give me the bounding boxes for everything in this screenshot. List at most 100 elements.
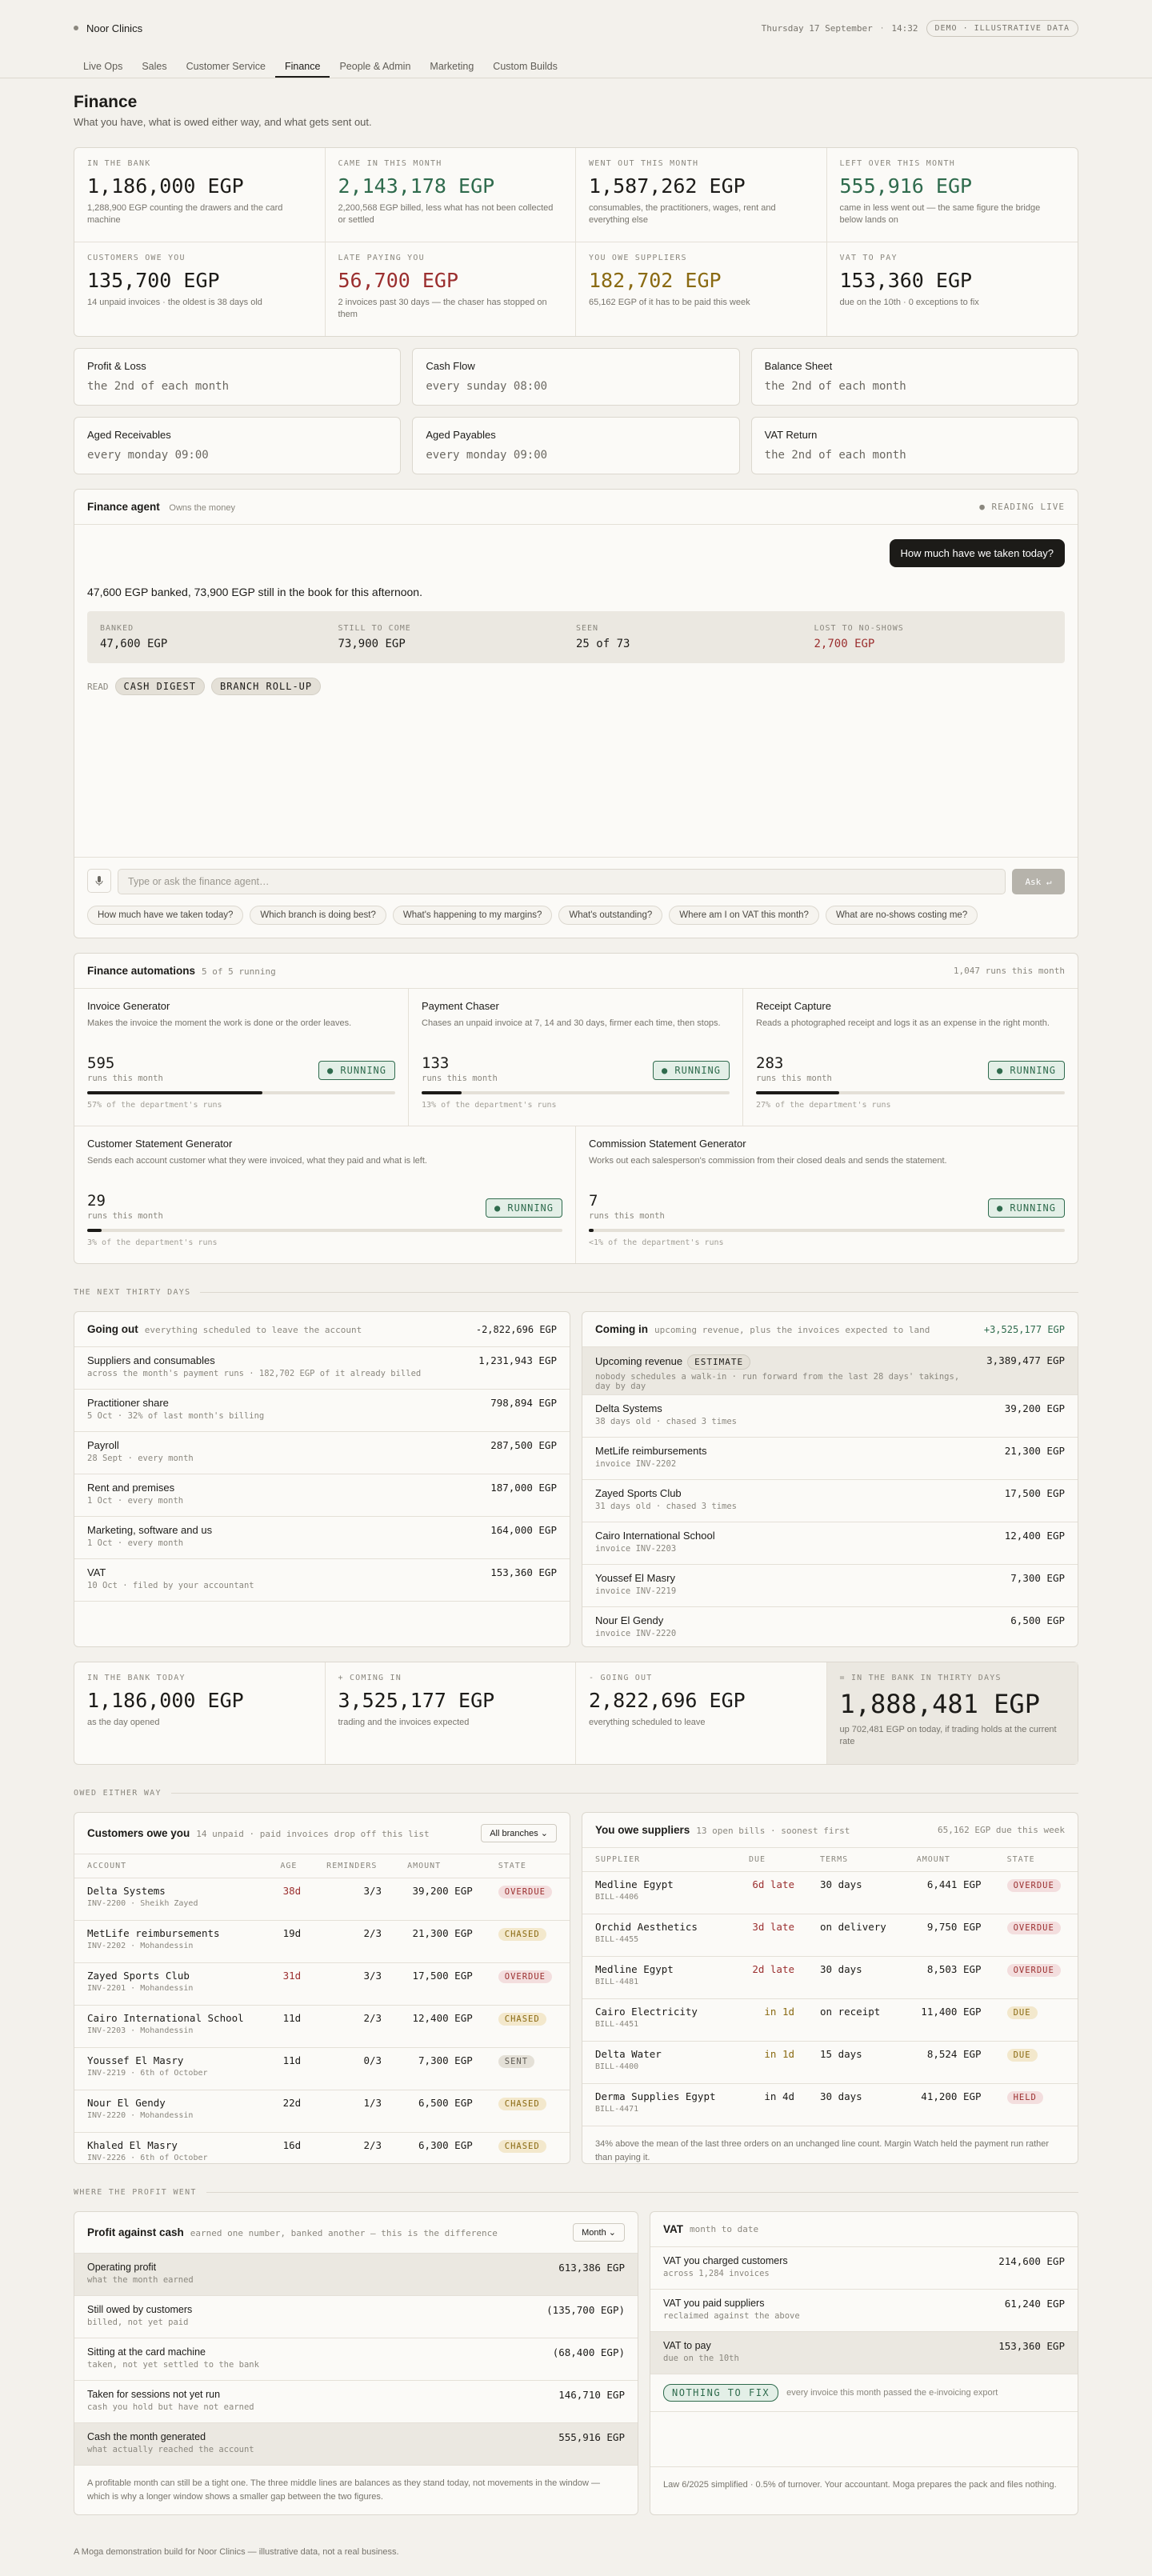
report-card[interactable]: Balance Sheet the 2nd of each month	[750, 348, 1078, 406]
kpi-value: 555,916 EGP	[839, 174, 973, 198]
vat-hint: month to date	[690, 2224, 759, 2234]
kpi-card: IN THE BANK 1,186,000 EGP 1,288,900 EGP co…	[74, 148, 326, 242]
answer-stat: BANKED 47,600 EGP	[100, 624, 338, 650]
profit-note: A profitable month can still be a tight …	[87, 2478, 601, 2502]
report-card[interactable]: Aged Payables every monday 09:00	[412, 417, 740, 474]
bridge-note: taken, not yet settled to the bank	[87, 2360, 259, 2370]
state-badge: OVERDUE	[498, 1886, 553, 1898]
age-cell: 19d	[267, 1920, 314, 1963]
mic-button[interactable]	[87, 869, 111, 893]
kpi-description: 65,162 EGP of it has to be paid this wee…	[589, 298, 750, 307]
row-label: Delta Systems	[595, 1402, 662, 1414]
amount-cell: 6,441 EGP	[903, 1871, 994, 1914]
report-schedule: every monday 09:00	[87, 449, 209, 462]
bill-ref: BILL-4406	[595, 1893, 639, 1902]
tab-people-admin[interactable]: People & Admin	[330, 56, 420, 78]
estimate-badge: ESTIMATE	[687, 1354, 751, 1370]
row-note: invoice INV-2202	[595, 1459, 677, 1469]
tab-live-ops[interactable]: Live Ops	[74, 56, 132, 78]
cashflow-row: Delta Systems 38 days old · chased 3 time…	[582, 1395, 1078, 1438]
row-note: invoice INV-2220	[595, 1629, 677, 1638]
row-amount: 153,360 EGP	[490, 1566, 557, 1578]
state-badge: CHASED	[498, 2098, 546, 2110]
state-badge: CHASED	[498, 2140, 546, 2153]
receivable-row[interactable]: Nour El Gendy INV-2220 · Mohandessin 22d 1/…	[74, 2090, 570, 2133]
suggestion-chip[interactable]: Where am I on VAT this month?	[669, 906, 819, 925]
row-note: 10 Oct · filed by your accountant	[87, 1581, 254, 1590]
row-note: 31 days old · chased 3 times	[595, 1502, 738, 1511]
cashflow-row: Cairo International School invoice INV-22…	[582, 1522, 1078, 1565]
report-card[interactable]: Cash Flow every sunday 08:00	[412, 348, 740, 406]
ask-button[interactable]: Ask ↵	[1012, 869, 1065, 894]
payable-row[interactable]: Derma Supplies Egypt BILL-4471 in 4d 30 day…	[582, 2083, 1078, 2126]
read-chip: CASH DIGEST	[114, 678, 205, 695]
summary-label: IN THE BANK TODAY	[87, 1674, 186, 1682]
bridge-label: Taken for sessions not yet run	[87, 2389, 221, 2400]
answer-stat-value: 25 of 73	[576, 638, 630, 650]
bridge-note: reclaimed against the above	[663, 2311, 800, 2321]
tab-sales[interactable]: Sales	[132, 56, 176, 78]
tab-finance[interactable]: Finance	[274, 56, 330, 78]
period-select[interactable]: Month ⌄	[573, 2223, 625, 2242]
receivable-row[interactable]: Delta Systems INV-2200 · Sheikh Zayed 38d 3…	[74, 1878, 570, 1921]
upcoming-revenue-row: Upcoming revenue ESTIMATE nobody schedules…	[582, 1347, 1078, 1395]
section-profit: WHERE THE PROFIT WENT	[74, 2188, 1078, 2197]
kpi-value: 153,360 EGP	[839, 269, 973, 292]
tab-customer-service[interactable]: Customer Service	[177, 56, 275, 78]
kpi-value: 56,700 EGP	[338, 269, 459, 292]
kpi-card: CUSTOMERS OWE YOU 135,700 EGP 14 unpaid in…	[74, 242, 326, 336]
kpi-card: VAT TO PAY 153,360 EGP due on the 10th · 0…	[827, 242, 1078, 336]
kpi-label: VAT TO PAY	[839, 254, 898, 262]
brand-dot-icon	[74, 26, 78, 30]
customers-owe-panel: Customers owe you 14 unpaid · paid invoic…	[74, 1812, 570, 2164]
suggestion-chip[interactable]: Which branch is doing best?	[250, 906, 386, 925]
state-badge: OVERDUE	[1006, 1922, 1061, 1934]
reminders-cell: 2/3	[314, 2005, 395, 2048]
suggestion-chip[interactable]: What are no-shows costing me?	[825, 906, 978, 925]
upcoming-revenue-label: Upcoming revenue	[595, 1355, 683, 1367]
answer-stat-label: BANKED	[100, 624, 134, 633]
report-card[interactable]: Profit & Loss the 2nd of each month	[74, 348, 402, 406]
receivable-row[interactable]: Khaled El Masry INV-2226 · 6th of October…	[74, 2132, 570, 2163]
suggestion-chip[interactable]: What's happening to my margins?	[392, 906, 553, 925]
share-bar-fill	[756, 1091, 840, 1094]
branch-select[interactable]: All branches ⌄	[481, 1824, 557, 1842]
amount-cell: 8,524 EGP	[903, 2041, 994, 2084]
profit-title: Profit against cash	[87, 2226, 184, 2238]
suggestion-chip[interactable]: How much have we taken today?	[87, 906, 244, 925]
automation-runs-label: runs this month	[756, 1074, 832, 1083]
share-label: 57% of the department's runs	[87, 1101, 222, 1110]
report-card[interactable]: VAT Return the 2nd of each month	[750, 417, 1078, 474]
kpi-card: LATE PAYING YOU 56,700 EGP 2 invoices past…	[326, 242, 576, 336]
receivable-row[interactable]: Zayed Sports Club INV-2201 · Mohandessin 3…	[74, 1962, 570, 2006]
payable-row[interactable]: Medline Egypt BILL-4481 2d late 30 days 8,50…	[582, 1956, 1078, 1999]
payable-row[interactable]: Cairo Electricity BILL-4451 in 1d on receip…	[582, 1998, 1078, 2042]
payable-row[interactable]: Orchid Aesthetics BILL-4455 3d late on deli…	[582, 1914, 1078, 1957]
share-bar-fill	[87, 1091, 263, 1094]
receivable-row[interactable]: Cairo International School INV-2203 · Moh…	[74, 2005, 570, 2048]
payable-row[interactable]: Medline Egypt BILL-4406 6d late 30 days 6,44…	[582, 1871, 1078, 1914]
account-name: Youssef El Masry	[87, 2054, 184, 2066]
age-cell: 38d	[267, 1878, 314, 1921]
suggestion-chip[interactable]: What's outstanding?	[558, 906, 663, 925]
report-card[interactable]: Aged Receivables every monday 09:00	[74, 417, 402, 474]
running-badge: ● RUNNING	[318, 1061, 395, 1080]
receivable-row[interactable]: MetLife reimbursements INV-2202 · Mohande…	[74, 1920, 570, 1963]
kpi-label: YOU OWE SUPPLIERS	[589, 254, 687, 262]
amount-cell: 8,503 EGP	[903, 1956, 994, 1999]
kpi-label: LEFT OVER THIS MONTH	[839, 159, 955, 168]
kpi-panel: IN THE BANK 1,186,000 EGP 1,288,900 EGP co…	[74, 147, 1078, 337]
automation-runs-label: runs this month	[87, 1074, 163, 1083]
reminders-cell: 3/3	[314, 1878, 395, 1921]
agent-answer-grid: BANKED 47,600 EGP STILL TO COME 73,900 EGP S…	[87, 611, 1065, 663]
agent-input[interactable]: Type or ask the finance agent…	[118, 869, 1006, 894]
receivable-row[interactable]: Youssef El Masry INV-2219 · 6th of Octobe…	[74, 2047, 570, 2090]
payable-row[interactable]: Delta Water BILL-4400 in 1d 15 days 8,524 EG…	[582, 2041, 1078, 2084]
mic-icon	[95, 876, 103, 886]
running-badge: ● RUNNING	[652, 1061, 730, 1080]
row-label: MetLife reimbursements	[595, 1445, 707, 1457]
tab-custom-builds[interactable]: Custom Builds	[483, 56, 567, 78]
tab-marketing[interactable]: Marketing	[420, 56, 483, 78]
coming-in-total: +3,525,177 EGP	[983, 1323, 1065, 1335]
agent-read-chips: READ CASH DIGEST BRANCH ROLL-UP	[87, 678, 1065, 695]
